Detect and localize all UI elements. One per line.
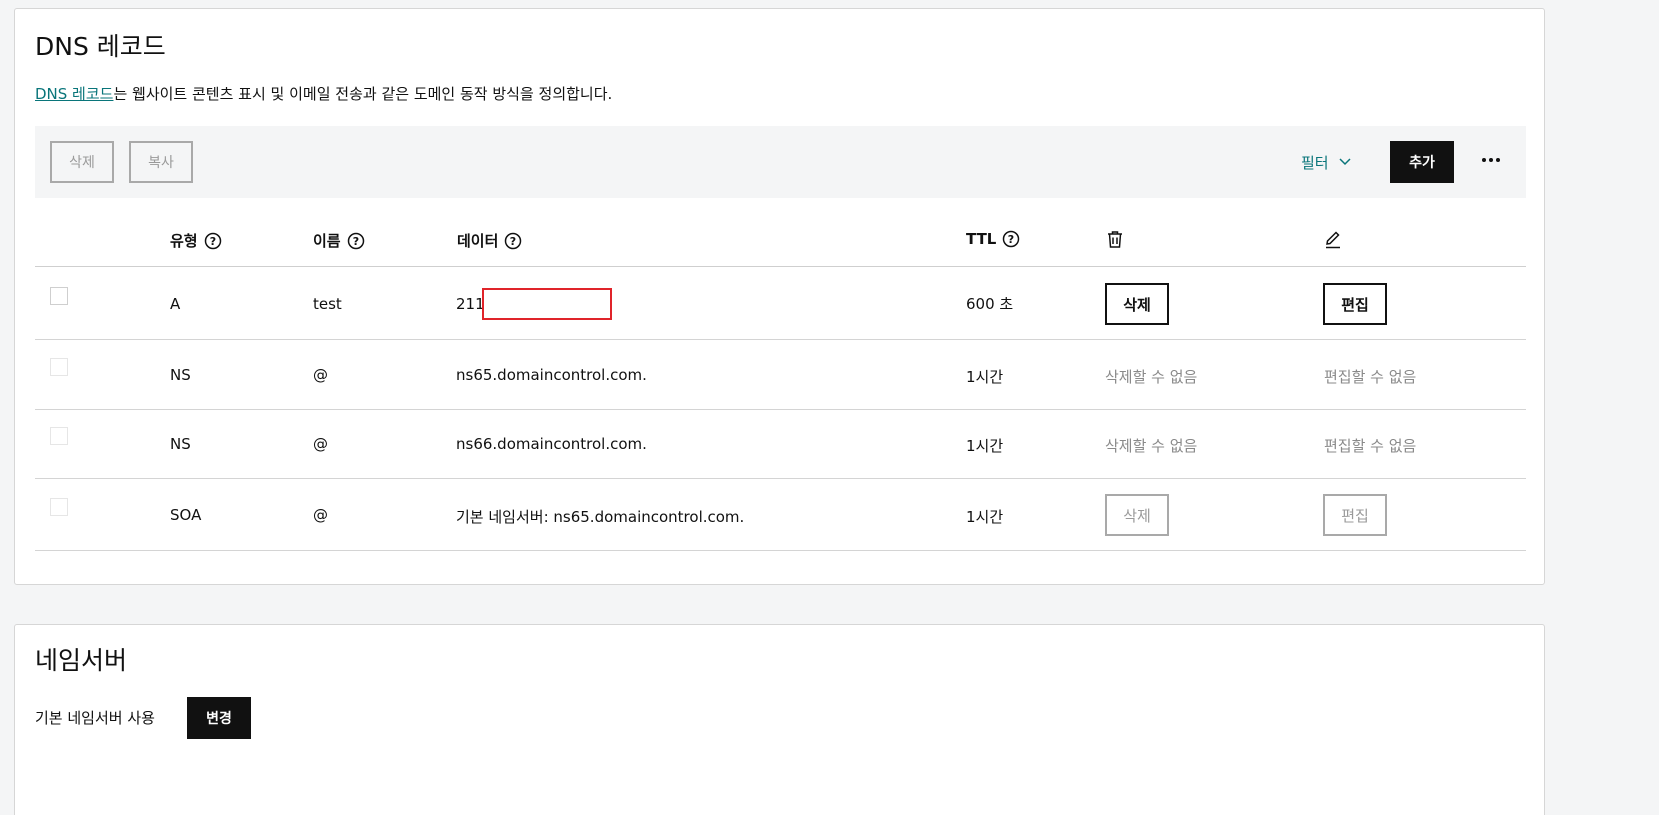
column-name-label: 이름	[313, 232, 341, 250]
svg-text:?: ?	[1008, 233, 1014, 246]
bulk-delete-button[interactable]: 삭제	[50, 141, 114, 183]
svg-text:?: ?	[510, 235, 516, 248]
column-data-label: 데이터	[457, 232, 499, 250]
table-row: A test 211 600 초 삭제 편집	[35, 268, 1526, 340]
record-name: @	[313, 506, 328, 524]
delete-record-button[interactable]: 삭제	[1105, 283, 1169, 325]
help-icon[interactable]: ?	[504, 232, 522, 250]
record-ttl: 1시간	[966, 508, 1004, 526]
record-name: @	[313, 366, 328, 384]
filter-label: 필터	[1301, 154, 1329, 172]
record-data: ns66.domaincontrol.com.	[456, 435, 647, 453]
edit-record-button[interactable]: 편집	[1323, 283, 1387, 325]
record-type: NS	[170, 435, 191, 453]
redaction-box	[482, 288, 612, 320]
nameserver-type-label: 기본 네임서버 사용	[35, 709, 155, 727]
column-type-label: 유형	[170, 232, 198, 250]
column-ttl-label: TTL	[966, 230, 997, 248]
dns-records-title: DNS 레코드	[35, 32, 166, 61]
record-name: test	[313, 295, 342, 313]
record-ttl: 1시간	[966, 437, 1004, 455]
records-toolbar: 삭제 복사 필터 추가	[35, 126, 1526, 198]
add-record-button[interactable]: 추가	[1390, 141, 1454, 183]
edit-record-button[interactable]: 편집	[1323, 494, 1387, 536]
help-icon[interactable]: ?	[1002, 230, 1020, 248]
record-data: 기본 네임서버: ns65.domaincontrol.com.	[456, 508, 745, 526]
edit-unavailable-text: 편집할 수 없음	[1324, 368, 1417, 386]
dns-description-text: 는 웹사이트 콘텐츠 표시 및 이메일 전송과 같은 도메인 동작 방식을 정의…	[113, 85, 613, 103]
nameservers-card: 네임서버 기본 네임서버 사용 변경	[14, 624, 1545, 815]
pencil-icon	[1324, 230, 1342, 249]
column-ttl: TTL ?	[966, 230, 1020, 248]
help-icon[interactable]: ?	[347, 232, 365, 250]
records-table-header: 유형 ? 이름 ? 데이터 ? TTL ?	[35, 219, 1526, 267]
row-checkbox[interactable]	[50, 287, 68, 305]
edit-unavailable-text: 편집할 수 없음	[1324, 437, 1417, 455]
record-ttl: 1시간	[966, 368, 1004, 386]
column-type: 유형 ?	[170, 230, 222, 251]
bulk-copy-button[interactable]: 복사	[129, 141, 193, 183]
record-name: @	[313, 435, 328, 453]
dns-records-link[interactable]: DNS 레코드	[35, 85, 113, 103]
help-icon[interactable]: ?	[204, 232, 222, 250]
record-ttl: 600 초	[966, 295, 1014, 313]
row-checkbox	[50, 358, 68, 376]
chevron-down-icon	[1339, 152, 1351, 170]
delete-unavailable-text: 삭제할 수 없음	[1105, 437, 1198, 455]
delete-unavailable-text: 삭제할 수 없음	[1105, 368, 1198, 386]
row-checkbox	[50, 427, 68, 445]
column-data: 데이터 ?	[457, 230, 522, 251]
filter-dropdown[interactable]: 필터	[1301, 152, 1351, 173]
svg-text:?: ?	[352, 235, 358, 248]
delete-record-button[interactable]: 삭제	[1105, 494, 1169, 536]
record-data: 211	[456, 295, 485, 313]
dns-description: DNS 레코드는 웹사이트 콘텐츠 표시 및 이메일 전송과 같은 도메인 동작…	[35, 83, 612, 104]
nameservers-title: 네임서버	[35, 646, 128, 675]
record-data: ns65.domaincontrol.com.	[456, 366, 647, 384]
change-nameservers-button[interactable]: 변경	[187, 697, 251, 739]
row-checkbox	[50, 498, 68, 516]
more-horizontal-icon[interactable]	[1480, 150, 1502, 170]
column-name: 이름 ?	[313, 230, 365, 251]
record-type: SOA	[170, 506, 202, 524]
record-type: A	[170, 295, 181, 313]
table-row: SOA @ 기본 네임서버: ns65.domaincontrol.com. 1…	[35, 479, 1526, 551]
record-type: NS	[170, 366, 191, 384]
table-row: NS @ ns65.domaincontrol.com. 1시간 삭제할 수 없…	[35, 341, 1526, 410]
table-row: NS @ ns66.domaincontrol.com. 1시간 삭제할 수 없…	[35, 410, 1526, 479]
trash-icon	[1106, 230, 1124, 249]
svg-text:?: ?	[209, 235, 215, 248]
dns-records-card: DNS 레코드 DNS 레코드는 웹사이트 콘텐츠 표시 및 이메일 전송과 같…	[14, 8, 1545, 585]
